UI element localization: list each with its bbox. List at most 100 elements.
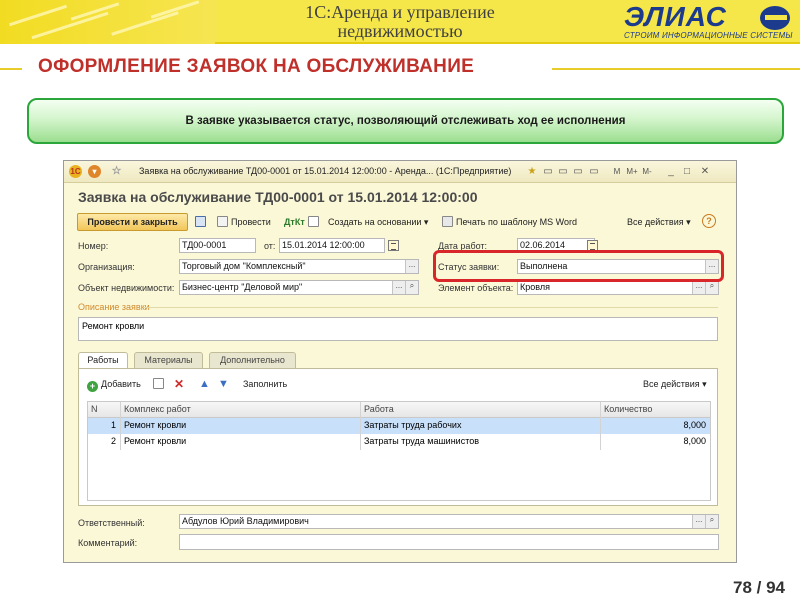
works-table: N Комплекс работ Работа Количество 1 Рем… bbox=[87, 401, 711, 501]
responsible-field[interactable]: Абдулов Юрий Владимирович... ⌕ bbox=[179, 514, 719, 529]
date-label: от: bbox=[264, 241, 276, 251]
row-number: 1 bbox=[88, 418, 121, 434]
row-work: Затраты труда машинистов bbox=[361, 434, 601, 450]
table-header-row: N Комплекс работ Работа Количество bbox=[88, 402, 710, 418]
move-up-icon[interactable]: ▲ bbox=[199, 375, 210, 393]
organization-label: Организация: bbox=[78, 262, 135, 272]
memory-mplus-icon[interactable]: M+ bbox=[625, 165, 639, 178]
column-header-n[interactable]: N bbox=[88, 402, 121, 418]
banner-title-line2: недвижимостью bbox=[337, 21, 463, 41]
banner-decoration bbox=[0, 0, 215, 44]
heading-divider-left bbox=[0, 68, 22, 70]
row-work-complex: Ремонт кровли bbox=[121, 434, 361, 450]
fill-button[interactable]: Заполнить bbox=[243, 375, 287, 393]
presentation-slide: 1С:Аренда и управление недвижимостью ЭЛИ… bbox=[0, 0, 800, 600]
print-icon[interactable]: ▭ bbox=[556, 165, 570, 178]
date-field[interactable]: 15.01.2014 12:00:00 bbox=[279, 238, 385, 253]
favorite-icon[interactable]: ★ bbox=[525, 165, 539, 178]
row-quantity: 8,000 bbox=[683, 436, 706, 446]
document-title: Заявка на обслуживание ТД00-0001 от 15.0… bbox=[78, 189, 478, 205]
number-field[interactable]: ТД00-0001 bbox=[179, 238, 256, 253]
create-based-button[interactable]: Создать на основании ▾ bbox=[328, 213, 428, 231]
property-search-icon[interactable]: ⌕ bbox=[405, 281, 418, 294]
memory-m-icon[interactable]: M bbox=[610, 165, 624, 178]
doc-link-icon[interactable]: ▭ bbox=[541, 165, 555, 178]
maximize-button[interactable]: □ bbox=[680, 165, 694, 178]
all-actions-label: Все действия bbox=[627, 217, 684, 227]
copy-icon bbox=[153, 378, 164, 389]
document-window: 1С ▾ ☆ Заявка на обслуживание ТД00-0001 … bbox=[63, 160, 737, 563]
responsible-value: Абдулов Юрий Владимирович bbox=[182, 516, 309, 526]
date-value: 15.01.2014 12:00:00 bbox=[282, 240, 365, 250]
add-row-button[interactable]: + Добавить bbox=[87, 375, 141, 393]
company-logo: ЭЛИАС СТРОИМ ИНФОРМАЦИОННЫЕ СИСТЕМЫ bbox=[610, 2, 798, 42]
banner-title: 1С:Аренда и управление недвижимостью bbox=[215, 3, 585, 41]
close-button[interactable]: ✕ bbox=[698, 165, 712, 178]
table-row[interactable]: 1 Ремонт кровли Затраты труда рабочих 8,… bbox=[88, 418, 710, 434]
1c-logo-icon: 1С bbox=[69, 165, 82, 178]
element-field[interactable]: Кровля... ⌕ bbox=[517, 280, 719, 295]
help-icon[interactable]: ? bbox=[702, 214, 716, 228]
report-button[interactable] bbox=[308, 213, 322, 231]
row-number: 2 bbox=[88, 434, 121, 450]
delete-icon[interactable]: ✕ bbox=[174, 375, 184, 393]
all-actions-button[interactable]: Все действия ▾ bbox=[627, 213, 691, 231]
calendar-icon[interactable]: ▭ bbox=[571, 165, 585, 178]
print-template-button[interactable]: Печать по шаблону MS Word bbox=[442, 213, 577, 231]
table-row[interactable]: 2 Ремонт кровли Затраты труда машинистов… bbox=[88, 434, 710, 450]
organization-select-icon[interactable]: ... bbox=[405, 260, 418, 273]
move-down-icon[interactable]: ▼ bbox=[218, 375, 229, 393]
top-banner: 1С:Аренда и управление недвижимостью ЭЛИ… bbox=[0, 0, 800, 44]
status-highlight-frame bbox=[433, 250, 724, 282]
property-select-icon[interactable]: ... bbox=[392, 281, 405, 294]
description-label: Описание заявки bbox=[78, 302, 150, 312]
star-icon[interactable]: ☆ bbox=[110, 165, 123, 178]
tab-materials[interactable]: Материалы bbox=[134, 352, 203, 368]
window-title: Заявка на обслуживание ТД00-0001 от 15.0… bbox=[139, 166, 512, 176]
row-quantity: 8,000 bbox=[683, 420, 706, 430]
slide-heading: ОФОРМЛЕНИЕ ЗАЯВОК НА ОБСЛУЖИВАНИЕ bbox=[38, 56, 475, 77]
work-date-value: 02.06.2014 bbox=[520, 240, 566, 250]
comment-field[interactable] bbox=[179, 534, 719, 550]
date-calendar-icon[interactable] bbox=[388, 240, 399, 251]
element-search-icon[interactable]: ⌕ bbox=[705, 281, 718, 294]
responsible-label: Ответственный: bbox=[78, 518, 145, 528]
column-header-work[interactable]: Работа bbox=[361, 402, 601, 418]
printer-icon bbox=[442, 216, 453, 227]
table-all-actions-button[interactable]: Все действия ▾ bbox=[643, 375, 707, 393]
property-field[interactable]: Бизнес-центр "Деловой мир"... ⌕ bbox=[179, 280, 419, 295]
dt-kt-icon[interactable]: ДтКт bbox=[284, 213, 305, 231]
add-icon: + bbox=[87, 381, 98, 392]
table-all-actions-label: Все действия bbox=[643, 379, 700, 389]
property-label: Объект недвижимости: bbox=[78, 283, 175, 293]
organization-field[interactable]: Торговый дом "Комплексный"... bbox=[179, 259, 419, 274]
tab-works[interactable]: Работы bbox=[78, 352, 128, 369]
save-button[interactable] bbox=[195, 213, 209, 231]
copy-row-button[interactable] bbox=[153, 375, 167, 393]
tab-additional[interactable]: Дополнительно bbox=[209, 352, 296, 368]
responsible-select-icon[interactable]: ... bbox=[692, 515, 705, 528]
save-icon bbox=[195, 216, 206, 227]
organization-value: Торговый дом "Комплексный" bbox=[182, 261, 306, 271]
minimize-button[interactable]: _ bbox=[664, 165, 678, 178]
window-titlebar: 1С ▾ ☆ Заявка на обслуживание ТД00-0001 … bbox=[64, 161, 736, 183]
calculator-icon[interactable]: ▭ bbox=[587, 165, 601, 178]
column-header-work-complex[interactable]: Комплекс работ bbox=[121, 402, 361, 418]
column-header-quantity[interactable]: Количество bbox=[601, 402, 710, 418]
element-select-icon[interactable]: ... bbox=[692, 281, 705, 294]
menu-icon[interactable]: ▾ bbox=[88, 165, 101, 178]
heading-divider-right bbox=[552, 68, 800, 70]
row-work: Затраты труда рабочих bbox=[361, 418, 601, 434]
post-button[interactable]: Провести bbox=[217, 213, 271, 231]
callout-note-text: В заявке указывается статус, позволяющий… bbox=[185, 115, 626, 127]
post-icon bbox=[217, 216, 228, 227]
responsible-search-icon[interactable]: ⌕ bbox=[705, 515, 718, 528]
logo-name: ЭЛИАС bbox=[624, 1, 727, 32]
description-divider bbox=[144, 307, 718, 308]
number-value: ТД00-0001 bbox=[182, 240, 227, 250]
logo-tagline: СТРОИМ ИНФОРМАЦИОННЫЕ СИСТЕМЫ bbox=[624, 31, 793, 40]
post-and-close-button[interactable]: Провести и закрыть bbox=[77, 213, 188, 231]
description-field[interactable]: Ремонт кровли bbox=[78, 317, 718, 341]
add-row-label: Добавить bbox=[101, 379, 141, 389]
memory-mminus-icon[interactable]: M- bbox=[640, 165, 654, 178]
